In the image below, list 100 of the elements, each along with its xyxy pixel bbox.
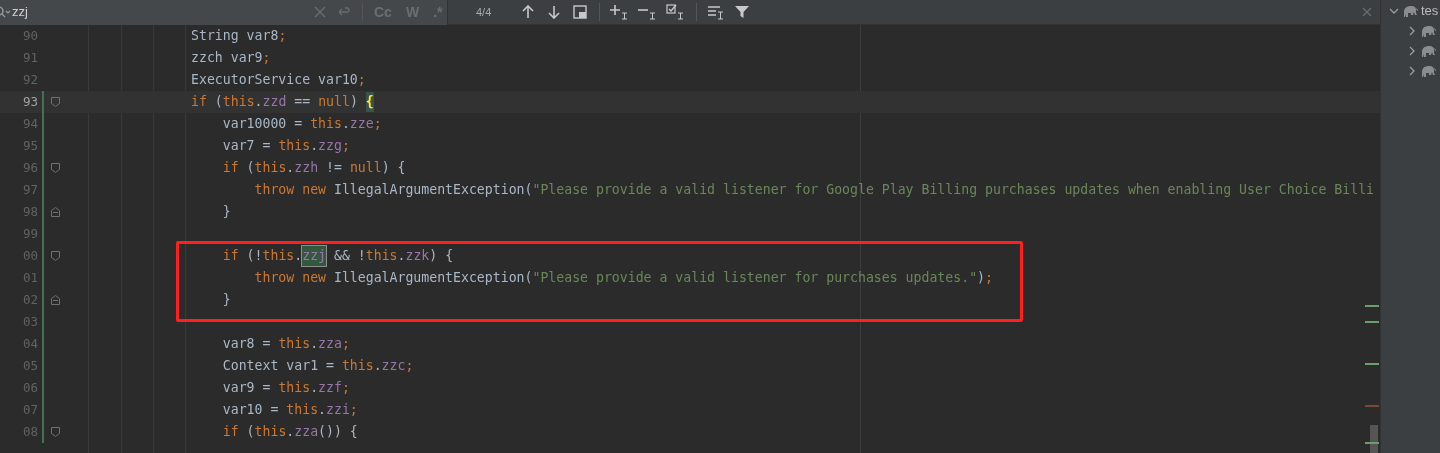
elephant-icon <box>1420 64 1436 78</box>
line-number: 00 <box>21 246 38 265</box>
line-number: 06 <box>21 378 38 397</box>
code-text: zzch var9 <box>190 49 263 68</box>
code-text: ( <box>245 423 255 442</box>
fold-icon[interactable] <box>50 163 60 173</box>
scrollbar-marker <box>1365 321 1379 323</box>
fold-icon[interactable] <box>50 207 60 217</box>
field-name: zza <box>294 423 319 442</box>
semicolon: ; <box>373 115 382 134</box>
line-number: 01 <box>21 268 38 287</box>
search-option-toggle[interactable]: .* <box>430 1 446 23</box>
semicolon: ; <box>985 269 993 288</box>
field-name: zzk <box>405 247 430 266</box>
scrollbar-marker <box>1365 442 1379 444</box>
code-text: } <box>221 291 231 310</box>
line-number: 04 <box>21 334 38 353</box>
line-number: 94 <box>21 114 38 133</box>
line-number: 02 <box>21 290 38 309</box>
keyword: this <box>365 247 398 266</box>
code-text: String var8 <box>190 27 279 46</box>
semicolon: ; <box>357 71 366 90</box>
line-number: 96 <box>21 158 38 177</box>
add-selection-icon[interactable] <box>610 4 629 20</box>
code-text: . <box>254 93 263 112</box>
window-icon[interactable] <box>573 5 588 19</box>
code-text: && ! <box>333 247 366 266</box>
keyword: if <box>190 93 207 112</box>
line-number: 95 <box>21 136 38 155</box>
keyword: this <box>262 247 295 266</box>
code-text: . <box>318 401 327 420</box>
line-number: 90 <box>21 26 38 45</box>
code-text: ) <box>349 93 359 112</box>
scrollbar-marker <box>1365 405 1379 407</box>
code-text: ()) { <box>318 423 358 442</box>
string-literal: "Please provide a valid listener for purchases updates." <box>532 269 978 288</box>
code-text: var10000 = <box>221 115 304 134</box>
keyword: if <box>221 159 239 178</box>
keyword: this <box>341 357 374 376</box>
code-text: (! <box>245 247 263 266</box>
chevron-icon[interactable] <box>1407 66 1417 76</box>
code-text: . <box>341 115 350 134</box>
semicolon: ; <box>262 49 271 68</box>
semicolon: ; <box>405 357 414 376</box>
line-number: 93 <box>21 92 38 111</box>
chevron-icon[interactable] <box>1389 6 1399 16</box>
arrow-down-icon[interactable] <box>547 5 562 19</box>
select-all-icon[interactable] <box>666 4 685 20</box>
filter-icon[interactable] <box>735 5 750 19</box>
code-text: . <box>294 247 303 266</box>
scrollbar-marker <box>1365 305 1379 307</box>
fold-icon[interactable] <box>50 97 60 107</box>
keyword: throw new <box>253 269 326 288</box>
code-text: var7 = <box>221 137 272 156</box>
semicolon: ; <box>341 137 350 156</box>
code-text: ( <box>245 159 255 178</box>
scrollbar-thumb[interactable] <box>1370 425 1378 453</box>
match-count: 4/4 <box>476 4 492 20</box>
filter-lines-icon[interactable] <box>707 4 726 20</box>
field-name: zzg <box>318 137 342 156</box>
semicolon: ; <box>278 27 287 46</box>
code-text: Context var1 = <box>221 357 335 376</box>
code-text: ) { <box>429 247 454 266</box>
code-text: . <box>397 247 406 266</box>
field-name: zzh <box>294 159 319 178</box>
arrow-up-icon[interactable] <box>521 5 536 19</box>
chevron-icon[interactable] <box>1407 26 1417 36</box>
keyword: null <box>349 159 382 178</box>
keyword: this <box>310 115 342 134</box>
fold-icon[interactable] <box>50 295 60 305</box>
keyword: throw new <box>253 181 326 200</box>
code-text: IllegalArgumentException( <box>332 269 533 288</box>
code-text: } <box>221 203 231 222</box>
line-number: 03 <box>21 312 38 331</box>
elephant-icon <box>1420 24 1436 38</box>
field-name: zzi <box>326 401 350 420</box>
code-text: . <box>310 137 319 156</box>
field-name: zza <box>318 335 342 354</box>
line-number: 07 <box>21 400 38 419</box>
field-name: zzd <box>262 93 287 112</box>
tree-item-label[interactable]: tes <box>1421 1 1439 21</box>
code-text: . <box>310 379 319 398</box>
keyword: this <box>222 93 255 112</box>
semicolon: ; <box>341 379 350 398</box>
chevron-icon[interactable] <box>1407 46 1417 56</box>
line-number: 91 <box>21 48 38 67</box>
keyword: if <box>221 423 239 442</box>
code-text: var9 = <box>221 379 272 398</box>
string-literal: "Please provide a valid listener for Google Play Billing purchases updates when enabling User Choice Billi <box>532 181 1375 200</box>
line-number: 08 <box>21 422 38 441</box>
keyword: this <box>254 423 287 442</box>
code-text: var10 = <box>221 401 280 420</box>
keyword: this <box>278 379 311 398</box>
fold-icon[interactable] <box>50 251 60 261</box>
code-text: . <box>373 357 382 376</box>
line-number: 99 <box>21 224 38 243</box>
fold-icon[interactable] <box>50 427 60 437</box>
code-text: ) <box>977 269 986 288</box>
close-icon[interactable] <box>1362 7 1372 17</box>
code-text: var8 = <box>221 335 272 354</box>
